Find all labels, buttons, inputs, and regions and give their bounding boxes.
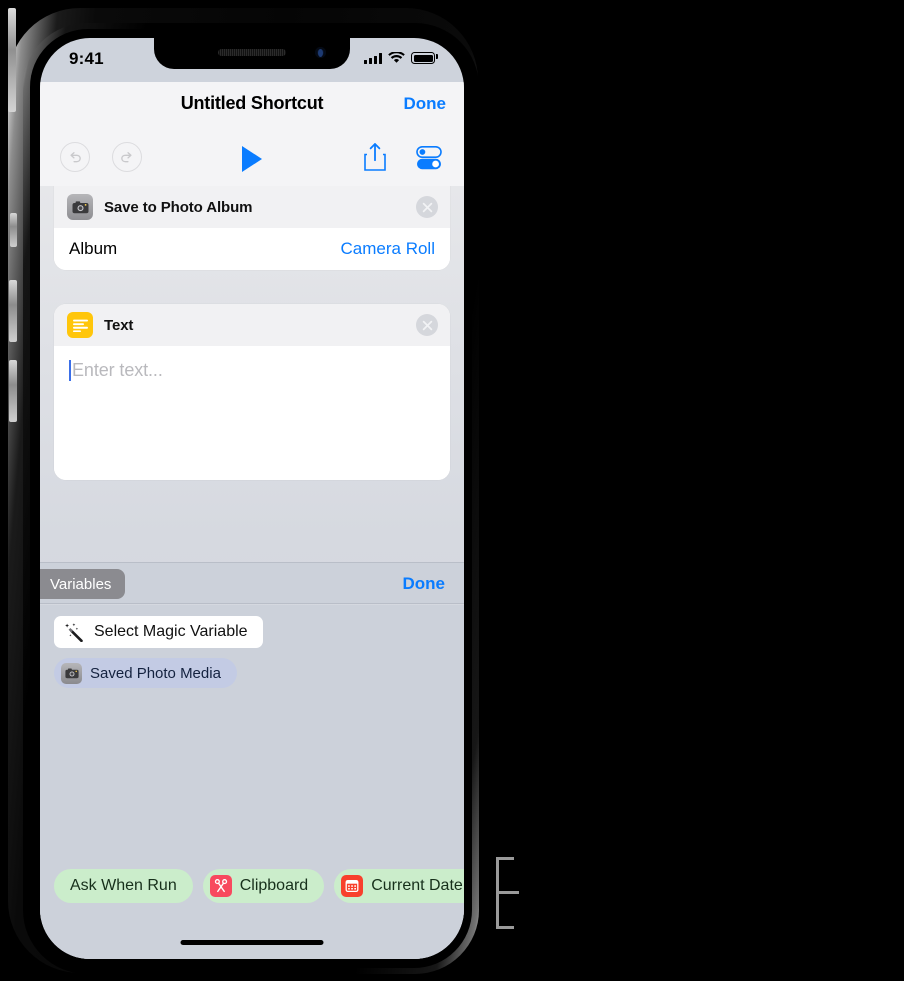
action-parameter-album[interactable]: Album Camera Roll xyxy=(54,228,450,270)
iphone-device-frame: 9:41 Untitled Shortcut Done Save to Phot… xyxy=(8,8,479,974)
status-bar-time: 9:41 xyxy=(69,49,104,68)
remove-action-button[interactable] xyxy=(416,196,438,218)
text-lines-glyph xyxy=(72,319,88,332)
toggles-settings-icon xyxy=(416,146,442,170)
select-magic-variable-button[interactable]: Select Magic Variable xyxy=(54,616,263,648)
action-title: Save to Photo Album xyxy=(104,198,253,216)
camera-icon xyxy=(67,194,93,220)
scissors-icon xyxy=(209,875,232,897)
calendar-icon xyxy=(341,875,364,897)
redo-arrow-icon xyxy=(121,151,132,162)
callout-top-tick xyxy=(496,857,514,860)
camera-glyph xyxy=(64,667,79,678)
variable-chips-row[interactable]: Ask When Run Clipboard Current Date xyxy=(40,869,464,903)
variables-panel: Select Magic Variable Saved Photo Media … xyxy=(40,605,464,959)
magic-variable-label: Saved Photo Media xyxy=(90,664,221,682)
device-screen: 9:41 Untitled Shortcut Done Save to Phot… xyxy=(40,38,464,959)
redo-button[interactable] xyxy=(112,142,142,172)
calendar-glyph xyxy=(345,879,359,893)
display-notch xyxy=(154,38,350,69)
action-title: Text xyxy=(104,316,134,334)
variable-chip-ask-when-run[interactable]: Ask When Run xyxy=(54,869,193,903)
mute-switch-button[interactable] xyxy=(10,213,17,247)
shortcut-actions-list[interactable]: Save to Photo Album Album Camera Roll Te… xyxy=(40,186,464,959)
variable-chip-label: Current Date xyxy=(371,877,463,894)
battery-tip-icon xyxy=(436,54,438,59)
camera-glyph xyxy=(72,200,88,213)
action-card-header: Text xyxy=(54,304,450,346)
variable-chip-current-date[interactable]: Current Date xyxy=(334,869,464,903)
close-circle-icon xyxy=(422,320,432,330)
text-lines-icon xyxy=(67,312,93,338)
text-input-placeholder: Enter text... xyxy=(72,360,163,380)
magic-wand-icon xyxy=(65,622,83,642)
card-spacer xyxy=(40,270,464,304)
cellular-bars-icon xyxy=(364,53,382,64)
variable-chip-label: Ask When Run xyxy=(70,877,177,894)
undo-button[interactable] xyxy=(60,142,90,172)
page-title: Untitled Shortcut xyxy=(180,93,324,113)
home-indicator[interactable] xyxy=(180,940,324,945)
callout-stem xyxy=(499,891,519,894)
card-spacer xyxy=(40,480,464,502)
wifi-icon xyxy=(388,52,405,63)
action-card-header: Save to Photo Album xyxy=(54,186,450,228)
callout-bottom-tick xyxy=(496,926,514,929)
screenshot-root: 9:41 Untitled Shortcut Done Save to Phot… xyxy=(0,0,904,981)
variables-done-button[interactable]: Done xyxy=(403,574,446,594)
power-button[interactable] xyxy=(8,8,16,112)
shortcut-settings-button[interactable] xyxy=(408,146,442,170)
variables-toolbar: Variables Done xyxy=(40,562,464,604)
action-card-text[interactable]: Text Enter text... xyxy=(54,304,450,480)
camera-icon xyxy=(61,662,82,684)
action-card-save-to-photo-album[interactable]: Save to Photo Album Album Camera Roll xyxy=(54,186,450,270)
share-up-arrow-icon xyxy=(364,143,386,171)
volume-up-button[interactable] xyxy=(9,280,17,342)
parameter-label: Album xyxy=(69,239,118,258)
variable-chip-label: Clipboard xyxy=(239,877,309,894)
parameter-value[interactable]: Camera Roll xyxy=(341,239,435,259)
earpiece-speaker-icon xyxy=(218,49,286,56)
annotation-callout-bracket xyxy=(496,857,530,929)
magic-variable-saved-photo-media[interactable]: Saved Photo Media xyxy=(54,658,237,688)
text-input-field[interactable]: Enter text... xyxy=(54,346,450,480)
scissors-glyph xyxy=(214,879,227,893)
variables-tab[interactable]: Variables xyxy=(40,569,126,599)
status-bar-indicators xyxy=(364,52,438,64)
close-circle-icon xyxy=(422,202,432,212)
volume-down-button[interactable] xyxy=(9,360,17,422)
undo-arrow-icon xyxy=(70,151,81,162)
battery-full-icon xyxy=(411,52,435,64)
editor-toolbar xyxy=(40,128,464,186)
text-cursor xyxy=(69,360,71,381)
play-button[interactable] xyxy=(242,146,262,172)
navigation-bar: Untitled Shortcut Done xyxy=(40,82,464,128)
remove-action-button[interactable] xyxy=(416,314,438,336)
front-camera-icon xyxy=(315,47,326,58)
variable-chip-clipboard[interactable]: Clipboard xyxy=(202,869,325,903)
share-button[interactable] xyxy=(362,142,388,172)
nav-done-button[interactable]: Done xyxy=(404,94,447,114)
magic-button-label: Select Magic Variable xyxy=(94,623,248,640)
